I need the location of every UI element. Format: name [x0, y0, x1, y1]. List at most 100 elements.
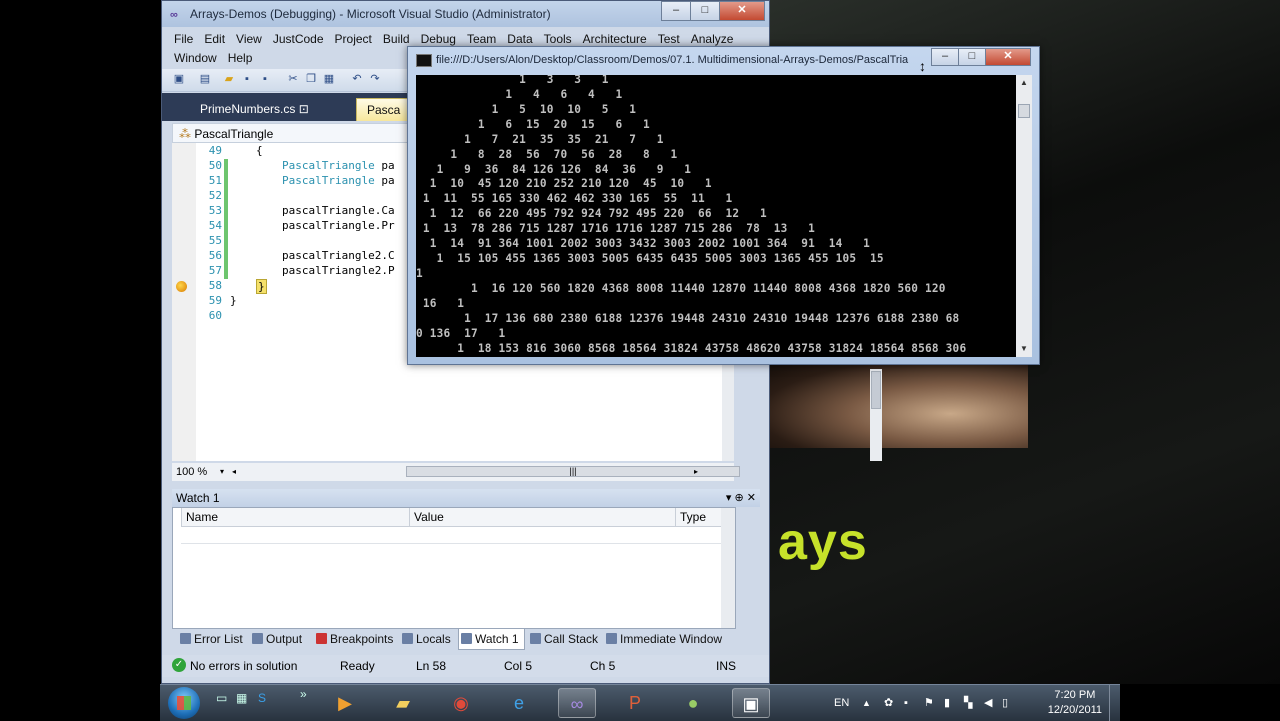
- switch-windows-quick-icon[interactable]: ▦: [236, 691, 252, 705]
- menu-test[interactable]: Test: [658, 32, 680, 46]
- undo-icon[interactable]: ↶: [350, 73, 364, 86]
- menu-justcode[interactable]: JustCode: [273, 32, 324, 46]
- line-number: 50: [208, 159, 222, 172]
- watch-panel[interactable]: Name Value Type: [172, 507, 736, 629]
- minimize-button[interactable]: –: [661, 1, 691, 21]
- tab-call-stack[interactable]: Call Stack: [528, 629, 598, 649]
- redo-icon[interactable]: ↷: [368, 73, 382, 86]
- menu-analyze[interactable]: Analyze: [691, 32, 734, 46]
- scroll-down-icon[interactable]: ▼: [1016, 341, 1032, 357]
- console-close-button[interactable]: ✕: [985, 48, 1031, 66]
- editor-vertical-scrollbar-lower[interactable]: [870, 369, 882, 461]
- console-title[interactable]: file:///D:/Users/Alon/Desktop/Classroom/…: [436, 54, 926, 66]
- tab-watch-1[interactable]: Watch 1: [458, 629, 525, 650]
- tab-immediate-window[interactable]: Immediate Window: [604, 629, 722, 649]
- console-maximize-button[interactable]: □: [958, 48, 986, 66]
- tray-network-app-icon[interactable]: ▪: [904, 685, 908, 721]
- camtasia-recorder-icon[interactable]: ●: [674, 688, 712, 718]
- menu-debug[interactable]: Debug: [421, 32, 456, 46]
- scroll-right-icon[interactable]: ▸: [694, 463, 698, 481]
- menu-file[interactable]: File: [174, 32, 193, 46]
- horizontal-scroll-thumb[interactable]: |||: [406, 466, 740, 477]
- console-scrollbar[interactable]: ▲ ▼: [1016, 75, 1032, 357]
- network-icon[interactable]: ▚: [964, 685, 972, 721]
- menu-team[interactable]: Team: [467, 32, 496, 46]
- breakpoint-margin[interactable]: [172, 143, 196, 461]
- line-number: 60: [208, 309, 222, 322]
- output-icon: [252, 633, 263, 644]
- menu-window[interactable]: Window: [174, 51, 217, 65]
- visual-studio-taskbar-icon[interactable]: ∞: [558, 688, 596, 718]
- maximize-button[interactable]: □: [690, 1, 720, 21]
- open-file-icon[interactable]: ▰: [222, 73, 236, 86]
- skype-icon[interactable]: S: [258, 691, 274, 705]
- column-value[interactable]: Value: [409, 508, 444, 526]
- paste-icon[interactable]: ▦: [322, 73, 336, 86]
- show-desktop-button[interactable]: [1109, 685, 1120, 721]
- zoom-level[interactable]: 100 %: [176, 463, 207, 481]
- tray-app-icon[interactable]: ✿: [884, 685, 893, 721]
- menu-edit[interactable]: Edit: [204, 32, 225, 46]
- menu-project[interactable]: Project: [335, 32, 372, 46]
- code-line-56: pascalTriangle2.C: [282, 249, 395, 262]
- nav-selected-type: PascalTriangle: [194, 127, 274, 141]
- show-hidden-icons-icon[interactable]: ▲: [862, 685, 871, 721]
- clock-time: 7:20 PM: [1054, 689, 1096, 701]
- current-line-breakpoint-icon: [176, 281, 187, 292]
- vs-title-bar[interactable]: ∞ Arrays-Demos (Debugging) - Microsoft V…: [162, 1, 769, 27]
- menu-build[interactable]: Build: [383, 32, 410, 46]
- explorer-icon[interactable]: ▰: [384, 688, 422, 718]
- start-button[interactable]: [168, 687, 200, 719]
- new-project-icon[interactable]: ▣: [172, 73, 186, 86]
- scroll-up-icon[interactable]: ▲: [1016, 75, 1032, 91]
- save-icon[interactable]: ▪: [240, 73, 254, 86]
- action-center-flag-icon[interactable]: ⚑: [924, 685, 934, 721]
- menu-tools[interactable]: Tools: [544, 32, 572, 46]
- volume-icon[interactable]: ◀: [984, 685, 992, 721]
- zoom-dropdown-icon[interactable]: ▾: [220, 463, 224, 481]
- watch-scrollbar[interactable]: [721, 508, 735, 628]
- column-type[interactable]: Type: [675, 508, 706, 526]
- cut-icon[interactable]: ✂: [286, 73, 300, 86]
- console-output-area[interactable]: 1 3 3 1 1 4 6 4 1 1 5 10 10 5 1 1 6 15 2…: [416, 75, 1016, 357]
- scroll-thumb[interactable]: [871, 371, 881, 409]
- menu-help[interactable]: Help: [228, 51, 253, 65]
- status-message[interactable]: No errors in solution: [190, 655, 297, 677]
- close-button[interactable]: ✕: [719, 1, 765, 21]
- menu-data[interactable]: Data: [507, 32, 532, 46]
- tab-pascal[interactable]: Pasca: [356, 98, 412, 121]
- scroll-left-icon[interactable]: ◂: [232, 463, 236, 481]
- menu-view[interactable]: View: [236, 32, 262, 46]
- language-indicator[interactable]: EN: [834, 685, 849, 721]
- media-player-icon[interactable]: ▶: [326, 688, 364, 718]
- background-photo: [770, 362, 1028, 448]
- presentation-slide-text: ays: [778, 513, 868, 571]
- tab-label: Watch 1: [475, 632, 519, 646]
- tab-locals[interactable]: Locals: [400, 629, 451, 649]
- copy-icon[interactable]: ❐: [304, 73, 318, 86]
- tab-error-list[interactable]: Error List: [178, 629, 243, 649]
- console-scroll-thumb[interactable]: [1018, 104, 1030, 118]
- save-all-icon[interactable]: ▪: [258, 73, 272, 86]
- console-taskbar-icon[interactable]: ▣: [732, 688, 770, 718]
- tab-breakpoints[interactable]: Breakpoints: [314, 629, 393, 649]
- add-item-icon[interactable]: ▤: [198, 73, 212, 86]
- line-number: 57: [208, 264, 222, 277]
- tab-output[interactable]: Output: [250, 629, 302, 649]
- menu-architecture[interactable]: Architecture: [583, 32, 647, 46]
- console-minimize-button[interactable]: –: [931, 48, 959, 66]
- chrome-icon[interactable]: ◉: [442, 688, 480, 718]
- tab-primenumbers[interactable]: PrimeNumbers.cs ⊡: [190, 98, 319, 120]
- watch-row-empty[interactable]: [181, 527, 721, 544]
- column-name[interactable]: Name: [181, 508, 218, 526]
- clock[interactable]: 7:20 PM 12/20/2011: [1048, 688, 1102, 718]
- tool-window-tabs: Error List Output Breakpoints Locals Wat…: [172, 629, 760, 650]
- tray-device-icon[interactable]: ▮: [944, 685, 950, 721]
- power-icon[interactable]: ▯: [1002, 685, 1008, 721]
- internet-explorer-icon[interactable]: e: [500, 688, 538, 718]
- powerpoint-icon[interactable]: P: [616, 688, 654, 718]
- quick-launch-more-icon[interactable]: »: [300, 687, 316, 701]
- vs-window-title: Arrays-Demos (Debugging) - Microsoft Vis…: [190, 7, 551, 21]
- panel-controls-icon[interactable]: ▾ ⊕ ✕: [726, 489, 756, 507]
- show-desktop-quick-icon[interactable]: ▭: [216, 691, 232, 705]
